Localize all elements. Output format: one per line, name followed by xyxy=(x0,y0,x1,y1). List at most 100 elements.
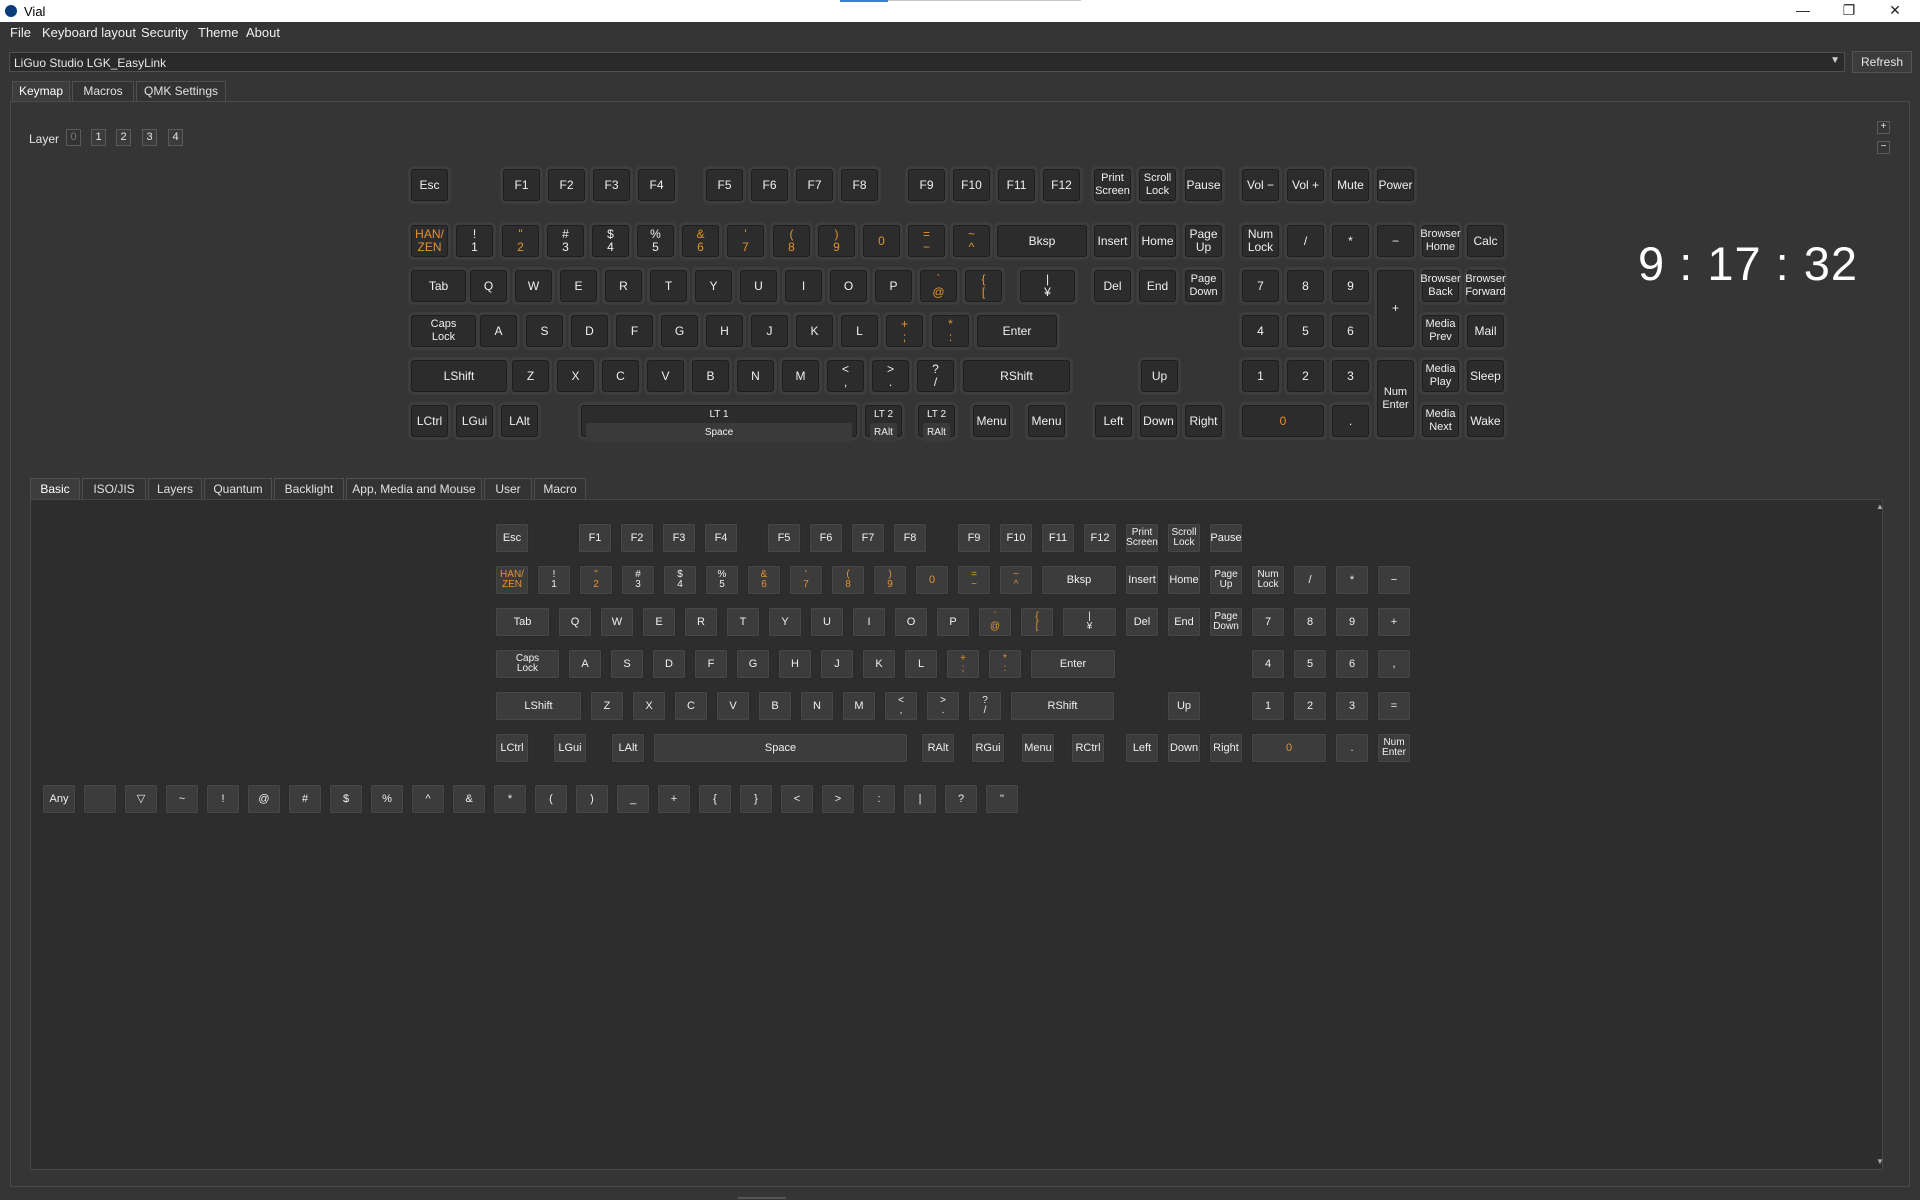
keycode-l[interactable]: L xyxy=(904,649,938,679)
keycode-7[interactable]: 7 xyxy=(1251,607,1285,637)
device-selector[interactable]: LiGuo Studio LGK_EasyLink ▼ xyxy=(9,52,1845,72)
key-f6[interactable]: F6 xyxy=(751,169,788,201)
keycode-symbol-6[interactable]: # xyxy=(288,784,322,814)
keycode-f10[interactable]: F10 xyxy=(999,523,1033,553)
keycode-8[interactable]: 8 xyxy=(1293,607,1327,637)
resize-grip[interactable] xyxy=(738,1197,786,1199)
key-6[interactable]: & 6 xyxy=(682,225,719,257)
key-c[interactable]: C xyxy=(602,360,639,392)
key-enter[interactable]: Enter xyxy=(977,315,1057,347)
layer-button-0[interactable]: 0 xyxy=(66,129,81,146)
keycode-symbol[interactable]: ? / xyxy=(968,691,1002,721)
key-n[interactable]: N xyxy=(737,360,774,392)
keycode-num-lock[interactable]: Num Lock xyxy=(1251,565,1285,595)
key-symbol[interactable]: { [ xyxy=(965,270,1002,302)
key-symbol[interactable]: ? / xyxy=(917,360,954,392)
keycode-symbol-13[interactable]: ) xyxy=(575,784,609,814)
keycode-f[interactable]: F xyxy=(694,649,728,679)
keycode-x[interactable]: X xyxy=(632,691,666,721)
tab-qmk-settings[interactable]: QMK Settings xyxy=(136,81,226,101)
key-1[interactable]: 1 xyxy=(1242,360,1279,392)
key-e[interactable]: E xyxy=(560,270,597,302)
key-q[interactable]: Q xyxy=(470,270,507,302)
key-7[interactable]: 7 xyxy=(1242,270,1279,302)
key-z[interactable]: Z xyxy=(512,360,549,392)
key-end[interactable]: End xyxy=(1139,270,1176,302)
key-calc[interactable]: Calc xyxy=(1467,225,1504,257)
keycode-f11[interactable]: F11 xyxy=(1041,523,1075,553)
key-symbol[interactable]: * xyxy=(1332,225,1369,257)
keycode-7[interactable]: ' 7 xyxy=(789,565,823,595)
key-9[interactable]: ) 9 xyxy=(818,225,855,257)
keycode-symbol[interactable]: { [ xyxy=(1020,607,1054,637)
key-w[interactable]: W xyxy=(515,270,552,302)
keycode-4[interactable]: $ 4 xyxy=(663,565,697,595)
key-p[interactable]: P xyxy=(875,270,912,302)
key-sleep[interactable]: Sleep xyxy=(1467,360,1504,392)
keycode-p[interactable]: P xyxy=(936,607,970,637)
keycode-1[interactable]: ! 1 xyxy=(537,565,571,595)
key-7[interactable]: ' 7 xyxy=(727,225,764,257)
zoom-in-button[interactable]: + xyxy=(1877,121,1890,134)
key-2[interactable]: 2 xyxy=(1287,360,1324,392)
keycode-symbol-17[interactable]: } xyxy=(739,784,773,814)
key-t[interactable]: T xyxy=(650,270,687,302)
keycode-end[interactable]: End xyxy=(1167,607,1201,637)
subtab-app-media-mouse[interactable]: App, Media and Mouse xyxy=(346,478,482,500)
key-right[interactable]: Right xyxy=(1185,405,1222,437)
keycode-left[interactable]: Left xyxy=(1125,733,1159,763)
layer-button-2[interactable]: 2 xyxy=(116,129,131,146)
key-3[interactable]: # 3 xyxy=(547,225,584,257)
keycode-5[interactable]: % 5 xyxy=(705,565,739,595)
key-page-down[interactable]: Page Down xyxy=(1185,270,1222,302)
subtab-quantum[interactable]: Quantum xyxy=(204,478,272,500)
keycode-f8[interactable]: F8 xyxy=(893,523,927,553)
menu-about[interactable]: About xyxy=(246,25,280,40)
key-f7[interactable]: F7 xyxy=(796,169,833,201)
keycode-symbol[interactable]: . xyxy=(1335,733,1369,763)
keycode-symbol-15[interactable]: + xyxy=(657,784,691,814)
key-print-screen[interactable]: Print Screen xyxy=(1094,169,1131,201)
key-a[interactable]: A xyxy=(480,315,517,347)
key-esc[interactable]: Esc xyxy=(411,169,448,201)
key-symbol[interactable]: + xyxy=(1377,270,1414,347)
keycode-o[interactable]: O xyxy=(894,607,928,637)
key-4[interactable]: 4 xyxy=(1242,315,1279,347)
keycode-3[interactable]: # 3 xyxy=(621,565,655,595)
zoom-out-button[interactable]: − xyxy=(1877,141,1890,154)
key-i[interactable]: I xyxy=(785,270,822,302)
key-media-play[interactable]: Media Play xyxy=(1422,360,1459,392)
keycode-5[interactable]: 5 xyxy=(1293,649,1327,679)
keycode-0[interactable]: 0 xyxy=(915,565,949,595)
menu-file[interactable]: File xyxy=(10,25,31,40)
keycode-symbol-21[interactable]: | xyxy=(903,784,937,814)
keycode-blank[interactable] xyxy=(83,784,117,814)
key-f3[interactable]: F3 xyxy=(593,169,630,201)
keycode-s[interactable]: S xyxy=(610,649,644,679)
key-vol[interactable]: Vol + xyxy=(1287,169,1324,201)
keycode-symbol[interactable]: | ¥ xyxy=(1062,607,1117,637)
key-5[interactable]: % 5 xyxy=(637,225,674,257)
keycode-9[interactable]: 9 xyxy=(1335,607,1369,637)
key-o[interactable]: O xyxy=(830,270,867,302)
key-k[interactable]: K xyxy=(796,315,833,347)
keycode-home[interactable]: Home xyxy=(1167,565,1201,595)
key-lshift[interactable]: LShift xyxy=(411,360,507,392)
key-f2[interactable]: F2 xyxy=(548,169,585,201)
keycode-symbol[interactable]: = − xyxy=(957,565,991,595)
subtab-iso-jis[interactable]: ISO/JIS xyxy=(82,478,146,500)
key-3[interactable]: 3 xyxy=(1332,360,1369,392)
keycode-q[interactable]: Q xyxy=(558,607,592,637)
key-menu[interactable]: Menu xyxy=(1028,405,1065,437)
key-f1[interactable]: F1 xyxy=(503,169,540,201)
keycode-esc[interactable]: Esc xyxy=(495,523,529,553)
key-symbol[interactable]: > . xyxy=(872,360,909,392)
key-d[interactable]: D xyxy=(571,315,608,347)
keycode-f6[interactable]: F6 xyxy=(809,523,843,553)
key-browser-back[interactable]: Browser Back xyxy=(1420,270,1461,302)
key-9[interactable]: 9 xyxy=(1332,270,1369,302)
key-scroll-lock[interactable]: Scroll Lock xyxy=(1139,169,1176,201)
key-f4[interactable]: F4 xyxy=(638,169,675,201)
keycode-f2[interactable]: F2 xyxy=(620,523,654,553)
keycode-caps-lock[interactable]: Caps Lock xyxy=(495,649,560,679)
